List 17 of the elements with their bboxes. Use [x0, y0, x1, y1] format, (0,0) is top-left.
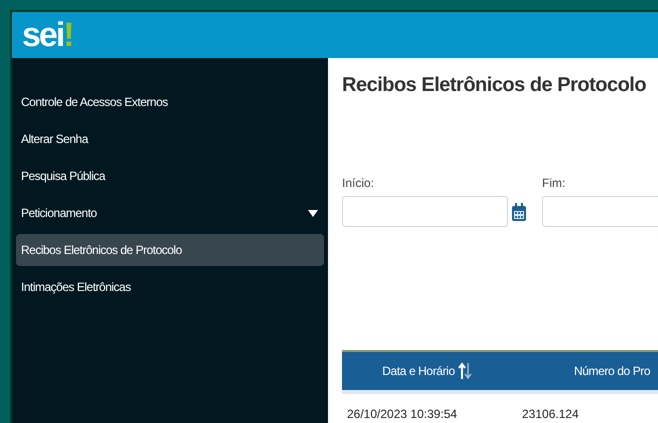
sidebar-item[interactable]: Controle de Acessos Externos: [16, 86, 324, 118]
sidebar-item[interactable]: Pesquisa Pública: [16, 160, 324, 192]
caret-icon[interactable]: [308, 210, 318, 216]
sidebar-item[interactable]: Intimações Eletrônicas: [16, 271, 324, 303]
sort-icon[interactable]: [458, 362, 472, 380]
table-cell-text: 26/10/2023 10:39:54: [346, 406, 458, 423]
sidebar-item[interactable]: Alterar Senha: [16, 123, 324, 155]
calendar-icon[interactable]: [512, 202, 526, 220]
field-label: Fim:: [542, 175, 566, 192]
date-field[interactable]: [342, 196, 508, 227]
page-title: Recibos Eletrônicos de Protocolo: [342, 73, 648, 98]
field-label: Início:: [342, 175, 376, 192]
column-header[interactable]: Data e Horário: [382, 362, 455, 380]
column-header[interactable]: Número do Pro: [574, 362, 650, 380]
table-cell-text: 23106.124: [522, 406, 579, 423]
sidebar-item[interactable]: Recibos Eletrônicos de Protocolo: [16, 234, 324, 266]
sidebar-item[interactable]: Peticionamento: [16, 197, 324, 229]
